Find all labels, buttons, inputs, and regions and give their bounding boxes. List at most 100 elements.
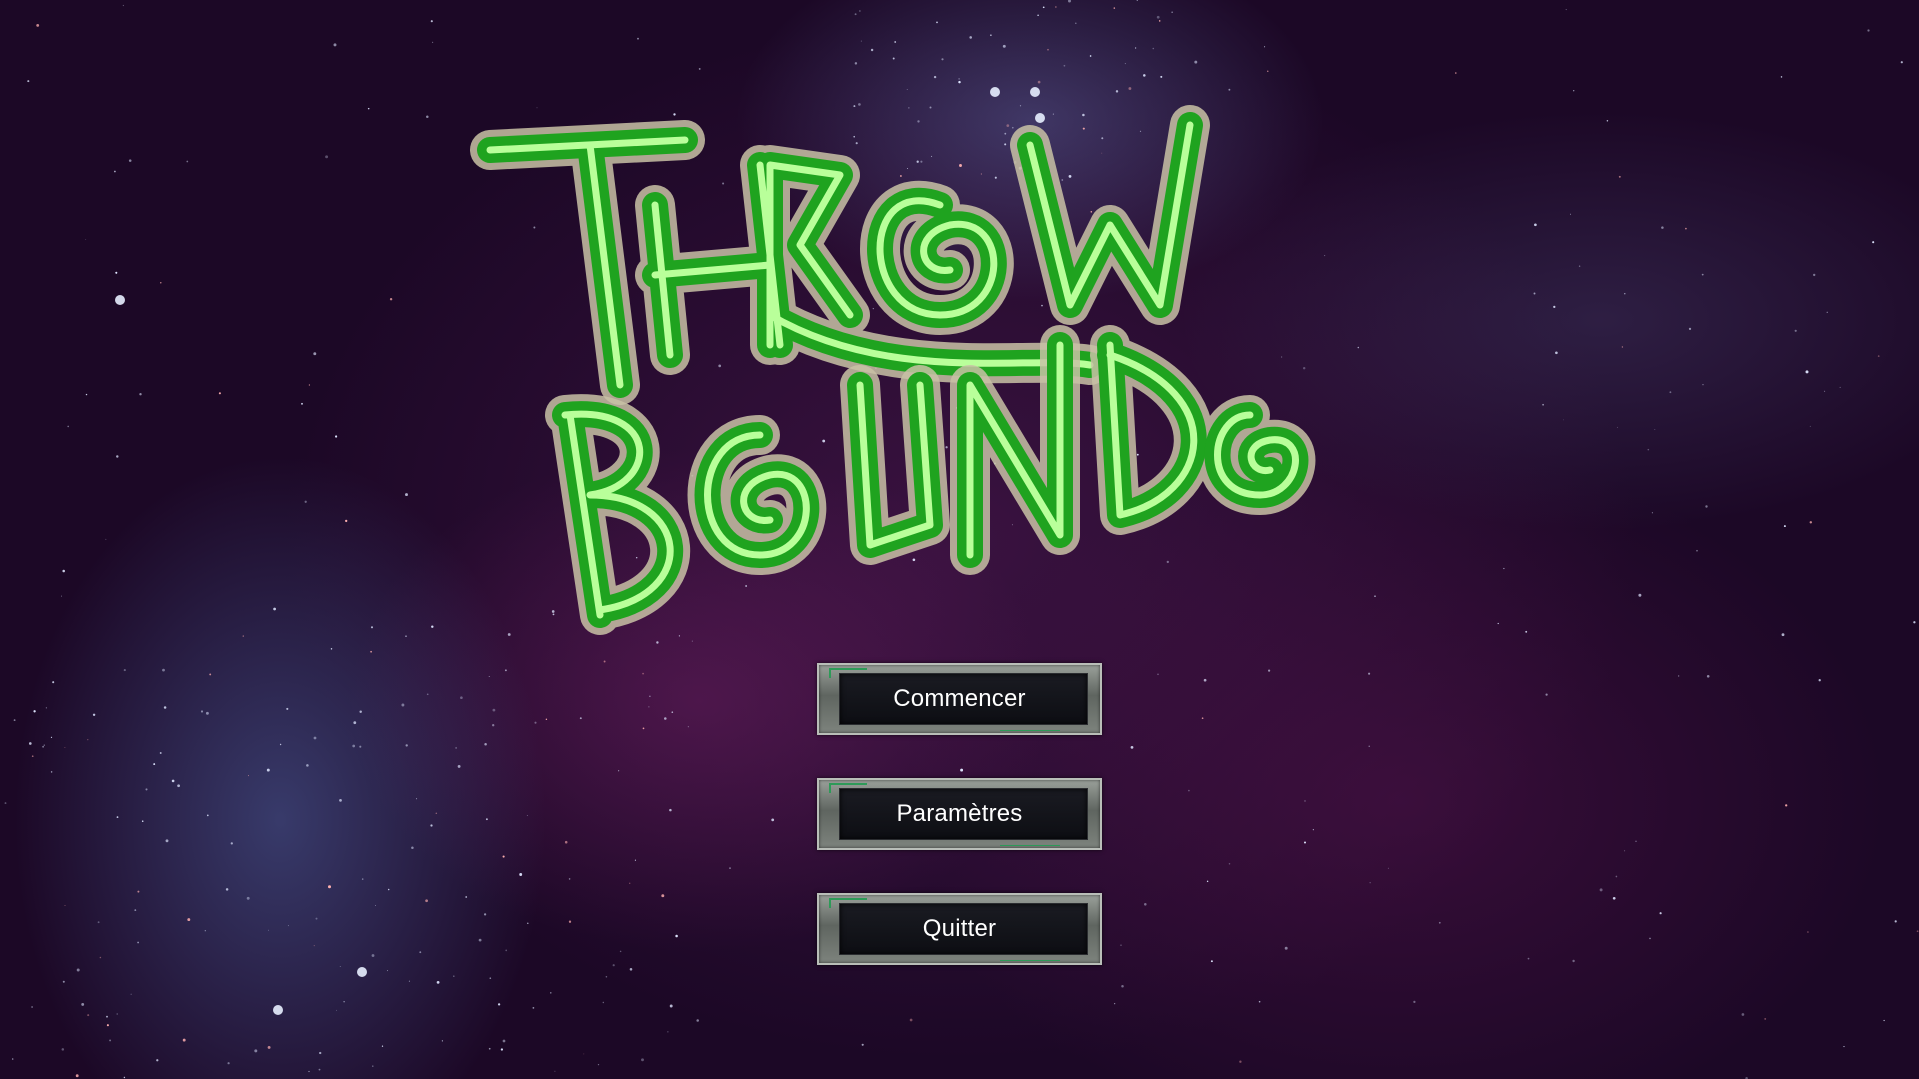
star [1002, 44, 1006, 48]
star [455, 747, 457, 749]
star [328, 885, 331, 889]
settings-button[interactable]: Paramètres [817, 778, 1102, 850]
star [1706, 675, 1710, 678]
star [564, 840, 568, 844]
star [230, 842, 233, 845]
star [664, 717, 667, 720]
star [319, 1051, 322, 1055]
star [75, 1074, 79, 1078]
star [186, 160, 189, 163]
bright-star [115, 295, 125, 305]
star [308, 384, 311, 386]
star [1304, 800, 1306, 802]
star [1570, 213, 1571, 215]
star [505, 949, 508, 952]
star [1794, 329, 1797, 332]
star [361, 878, 364, 880]
star [1688, 327, 1692, 331]
star [267, 929, 270, 931]
star [343, 1001, 345, 1003]
star [359, 710, 362, 713]
star [92, 713, 96, 717]
star [453, 975, 455, 977]
star [1809, 425, 1811, 427]
star [602, 1001, 604, 1004]
star [370, 626, 374, 629]
star [386, 970, 389, 972]
star [1455, 72, 1457, 74]
star [1618, 175, 1621, 178]
star [1157, 673, 1159, 676]
star [87, 739, 89, 741]
star [550, 992, 552, 994]
star [504, 669, 507, 672]
star [1659, 912, 1662, 915]
star [419, 951, 422, 954]
star [137, 941, 139, 944]
star [1696, 549, 1698, 552]
star [1818, 679, 1821, 682]
star [308, 1070, 310, 1073]
quit-button[interactable]: Quitter [817, 893, 1102, 965]
star [1783, 525, 1786, 528]
star [209, 673, 212, 676]
star [488, 1047, 491, 1050]
star [62, 980, 65, 983]
star [1615, 875, 1618, 878]
star [1621, 346, 1624, 348]
star [381, 1045, 384, 1047]
star [1826, 311, 1828, 313]
star [960, 768, 964, 772]
star [371, 954, 375, 957]
star [669, 808, 672, 812]
star [64, 747, 66, 749]
star [1068, 0, 1071, 3]
star [1913, 621, 1916, 624]
star [301, 402, 303, 405]
star [387, 888, 390, 891]
star [1647, 448, 1650, 451]
star [225, 888, 229, 891]
star [153, 763, 156, 766]
star [771, 818, 775, 822]
star [1606, 120, 1609, 122]
star [171, 779, 175, 783]
star [109, 1039, 112, 1042]
star [1813, 273, 1816, 277]
star [629, 968, 633, 971]
star [1900, 61, 1903, 64]
star [106, 1015, 108, 1018]
star [1685, 227, 1687, 230]
star [426, 693, 429, 696]
star [861, 1043, 864, 1046]
star [1369, 882, 1371, 884]
star [1843, 1046, 1845, 1048]
star [1545, 693, 1548, 696]
star [1649, 937, 1651, 940]
star [13, 719, 16, 722]
star [200, 710, 204, 713]
star [425, 899, 428, 903]
start-button[interactable]: Commencer [817, 663, 1102, 735]
star [254, 1049, 258, 1053]
star [242, 635, 244, 637]
star [85, 393, 88, 396]
star [1824, 390, 1826, 392]
star [1916, 930, 1919, 933]
star [204, 930, 206, 932]
star [359, 745, 362, 748]
star [1055, 6, 1057, 8]
star [1624, 293, 1626, 295]
star [675, 934, 678, 938]
star [1374, 595, 1376, 597]
star [11, 1058, 14, 1060]
star [1042, 6, 1045, 9]
star [603, 660, 606, 663]
star [431, 625, 434, 628]
star [859, 10, 861, 12]
bright-star [273, 1005, 283, 1015]
star [618, 770, 620, 772]
star [1258, 1000, 1261, 1003]
star [345, 519, 348, 523]
star [484, 743, 487, 746]
